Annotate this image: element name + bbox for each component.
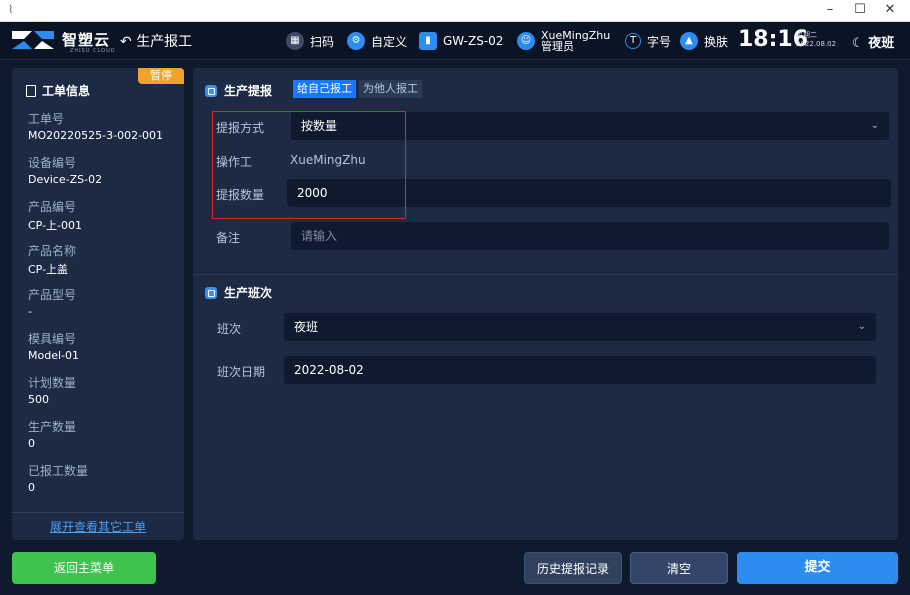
section-divider: [193, 274, 898, 275]
chevron-down-icon: ⌄: [870, 120, 879, 131]
shift-select[interactable]: 夜班 ⌄: [284, 313, 876, 341]
field-label: 设备编号: [28, 156, 77, 170]
shift-label: 班次: [217, 322, 242, 336]
clear-button[interactable]: 清空: [630, 552, 728, 584]
field-label: 产品编号: [28, 200, 77, 214]
remark-label: 备注: [216, 231, 241, 245]
shirt-icon: ▲: [680, 32, 698, 50]
scan-button[interactable]: ▦ 扫码: [286, 31, 334, 51]
field-label: 生产数量: [28, 420, 77, 434]
tab-report-self[interactable]: 给自己报工: [293, 80, 356, 98]
edit-icon: [205, 84, 217, 97]
chevron-down-icon: ⌄: [857, 321, 866, 332]
work-order-title: 工单信息: [26, 82, 90, 99]
font-label: 字号: [647, 34, 672, 49]
shift-mode-label: 夜班: [868, 36, 895, 51]
field-reported-qty: 已报工数量 0: [28, 462, 178, 494]
field-label: 产品型号: [28, 288, 77, 302]
field-value: CP-上盖: [28, 263, 69, 276]
shift-section-title: 生产班次: [205, 284, 272, 301]
page-title-label: 生产报工: [136, 34, 193, 50]
back-to-menu-button[interactable]: 返回主菜单: [12, 552, 156, 584]
scan-label: 扫码: [310, 34, 335, 49]
minimize-icon[interactable]: –: [815, 2, 845, 17]
history-records-button[interactable]: 历史提报记录: [524, 552, 622, 584]
station-selector[interactable]: ▮ GW-ZS-02: [419, 31, 503, 51]
field-value: CP-上-001: [28, 219, 83, 232]
highlight-box: [212, 111, 406, 219]
back-arrow-icon[interactable]: ↶: [120, 34, 132, 50]
remark-placeholder: 请输入: [301, 229, 338, 243]
document-icon: [26, 84, 36, 97]
expand-orders-link[interactable]: 展开查看其它工单: [12, 512, 184, 540]
field-label: 产品名称: [28, 244, 77, 258]
brand-name: 智塑云: [62, 31, 111, 49]
custom-button[interactable]: ⚙ 自定义: [347, 31, 407, 51]
shift-date-value: 2022-08-02: [294, 363, 364, 377]
brand-logo-icon: [12, 31, 54, 49]
remark-input[interactable]: 请输入: [291, 222, 889, 250]
field-product-name: 产品名称 CP-上盖: [28, 242, 178, 277]
field-value: 500: [28, 393, 49, 406]
window-titlebar: ⌇ – ☐ ✕: [0, 0, 910, 22]
field-planned-qty: 计划数量 500: [28, 374, 178, 406]
skin-button[interactable]: ▲ 换肤: [680, 31, 728, 51]
field-value: Device-ZS-02: [28, 173, 103, 186]
submit-button[interactable]: 提交: [737, 552, 898, 584]
work-order-title-label: 工单信息: [42, 84, 91, 98]
status-badge: 暂停: [138, 68, 184, 84]
gear-icon: ⚙: [347, 32, 365, 50]
station-icon: ▮: [419, 32, 437, 50]
user-avatar-icon: ☺: [517, 32, 535, 50]
app-header: 智塑云 ZHISU CLOUD ↶ 生产报工 ▦ 扫码 ⚙ 自定义 ▮ GW-Z…: [0, 22, 910, 60]
field-mold-no: 模具编号 Model-01: [28, 330, 178, 362]
brand-subtitle: ZHISU CLOUD: [70, 48, 116, 54]
field-label: 计划数量: [28, 376, 77, 390]
close-icon[interactable]: ✕: [875, 2, 905, 17]
font-icon: T: [625, 33, 641, 49]
report-title-label: 生产提报: [224, 84, 273, 98]
user-info[interactable]: ☺ XueMingZhu 管理员: [517, 28, 610, 54]
clock-date: 2022.08.02: [796, 40, 837, 48]
shift-date-label: 班次日期: [217, 365, 266, 379]
font-size-button[interactable]: T 字号: [625, 31, 671, 51]
report-section-title: 生产提报: [205, 82, 272, 99]
edit-icon: [205, 286, 217, 299]
maximize-icon[interactable]: ☐: [845, 2, 875, 17]
report-panel: 生产提报 给自己报工 为他人报工 提报方式 按数量 ⌄ 操作工 XueMingZ…: [193, 68, 898, 540]
field-product-no: 产品编号 CP-上-001: [28, 198, 178, 233]
field-value: 0: [28, 437, 35, 450]
user-text: XueMingZhu 管理员: [541, 30, 610, 52]
field-value: MO20220525-3-002-001: [28, 129, 164, 142]
field-value: Model-01: [28, 349, 79, 362]
station-label: GW-ZS-02: [443, 34, 504, 48]
user-role: 管理员: [541, 40, 574, 53]
scan-icon: ▦: [286, 32, 304, 50]
shift-title-label: 生产班次: [224, 286, 273, 300]
field-device-no: 设备编号 Device-ZS-02: [28, 154, 178, 186]
page-title[interactable]: ↶ 生产报工: [120, 31, 192, 51]
field-order-no: 工单号 MO20220525-3-002-001: [28, 110, 178, 142]
field-value: -: [28, 305, 32, 318]
shift-mode-toggle[interactable]: ☾ 夜班: [852, 32, 894, 51]
field-label: 工单号: [28, 112, 65, 126]
field-label: 已报工数量: [28, 464, 89, 478]
skin-label: 换肤: [704, 34, 729, 49]
field-value: 0: [28, 481, 35, 494]
clock-weekday: 星期二: [796, 31, 817, 39]
shift-date-input[interactable]: 2022-08-02: [284, 356, 876, 384]
shift-value: 夜班: [294, 320, 319, 334]
wifi-icon: ⌇: [8, 3, 14, 16]
field-produced-qty: 生产数量 0: [28, 418, 178, 450]
tab-report-others[interactable]: 为他人报工: [359, 80, 422, 98]
field-product-model: 产品型号 -: [28, 286, 178, 318]
work-order-panel: 暂停 工单信息 工单号 MO20220525-3-002-001 设备编号 De…: [12, 68, 184, 540]
moon-icon: ☾: [852, 36, 864, 51]
field-label: 模具编号: [28, 332, 77, 346]
custom-label: 自定义: [371, 34, 408, 49]
